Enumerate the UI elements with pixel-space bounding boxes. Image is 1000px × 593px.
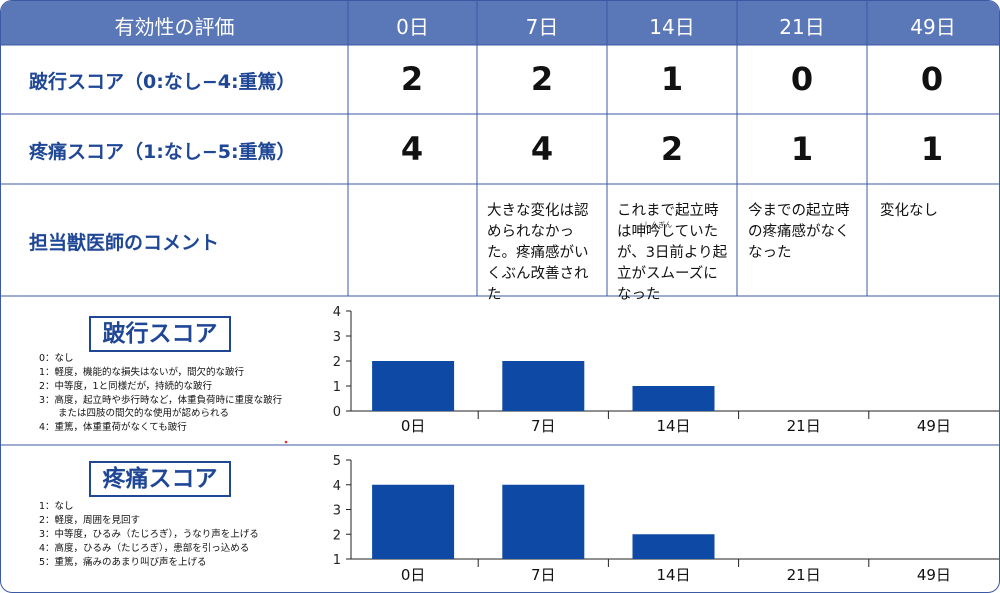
pain-score-row-label: 疼痛スコア（1:なし−5:重篤）: [29, 141, 296, 163]
bar: [502, 484, 585, 559]
y-tick-label: 3: [333, 504, 341, 519]
gait-score-chart: 0 1 2 3 4 0日 7日 14日 21日 49日: [333, 305, 999, 435]
x-category-label: 7日: [531, 566, 556, 584]
red-dot: [284, 440, 288, 444]
header-day-21: 21日: [779, 15, 825, 39]
gait-legend-item: または四肢の間欠的な使用が認められる: [39, 408, 230, 419]
pain-score-day-21: 1: [790, 130, 814, 168]
gait-legend-item: 2：中等度，1と同様だが，持続的な跛行: [39, 381, 213, 392]
gait-score-day-0: 2: [400, 60, 424, 98]
vet-comment-day-14: これまで起立時は呻吟していたが、3日前より起立がスムーズになった: [617, 203, 728, 303]
y-tick-label: 3: [333, 330, 341, 345]
gait-legend-item: 1：軽度，機能的な損失はないが，間欠的な跛行: [39, 367, 244, 378]
bar: [372, 361, 455, 411]
bar: [632, 534, 715, 559]
gait-score-day-7: 2: [530, 60, 554, 98]
y-tick-label: 4: [333, 305, 341, 320]
gait-legend-item: 0：なし: [39, 353, 74, 364]
gait-score-row-label: 跛行スコア（0:なし−4:重篤）: [29, 71, 296, 93]
header-day-0: 0日: [396, 15, 429, 39]
gait-legend-item: 4：重篤，体重重荷がなくても跛行: [39, 422, 187, 433]
header-day-7: 7日: [525, 15, 559, 39]
vet-comment-day-49: 変化なし: [880, 203, 938, 219]
x-category-label: 7日: [531, 417, 556, 435]
y-tick-label: 1: [333, 380, 341, 395]
x-category-label: 21日: [787, 417, 821, 435]
header-evaluation-label: 有効性の評価: [114, 15, 235, 39]
bar: [502, 361, 585, 411]
vet-comment-day-21: 今までの起立時の疼痛感がなくなった: [748, 203, 850, 261]
header-day-14: 14日: [649, 15, 695, 39]
bar: [372, 484, 455, 559]
pain-score-day-49: 1: [920, 130, 944, 168]
y-tick-label: 4: [333, 479, 341, 494]
gait-score-day-14: 1: [660, 60, 684, 98]
y-tick-label: 0: [333, 405, 341, 420]
vet-comment-day-7: 大きな変化は認められなかった。疼痛感がいくぶん改善された: [487, 203, 589, 303]
y-tick-label: 1: [333, 553, 341, 568]
x-category-label: 49日: [917, 566, 951, 584]
pain-legend-item: 4：高度，ひるみ（たじろぎ），患部を引っ込める: [39, 543, 250, 554]
x-category-label: 0日: [401, 566, 426, 584]
vet-comment-row-label: 担当獣医師のコメント: [29, 232, 220, 254]
x-category-label: 14日: [656, 417, 690, 435]
pain-legend-item: 1：なし: [39, 501, 74, 512]
y-tick-label: 2: [333, 528, 341, 543]
y-tick-label: 2: [333, 355, 341, 370]
bar: [632, 386, 715, 411]
efficacy-figure: 0 1 2 3 4 0日 7日 14日 21日 49日 1 2 3 4 5 0日 7日 14日 21日 49日 有効…: [0, 0, 1000, 593]
x-category-label: 14日: [656, 566, 690, 584]
pain-score-day-14: 2: [660, 130, 684, 168]
pain-legend-item: 2：軽度，周囲を見回す: [39, 515, 141, 526]
x-category-label: 0日: [401, 417, 426, 435]
header-day-49: 49日: [910, 15, 956, 39]
gait-score-day-21: 0: [790, 60, 814, 98]
pain-score-chart: 1 2 3 4 5 0日 7日 14日 21日 49日: [333, 454, 999, 584]
x-category-label: 21日: [787, 566, 821, 584]
y-tick-label: 5: [333, 454, 341, 469]
pain-legend-item: 5：重篤，痛みのあまり叫び声を上げる: [39, 557, 207, 568]
pain-legend-item: 3：中等度，ひるみ（たじろぎ），うなり声を上げる: [39, 529, 259, 540]
gait-legend-item: 3：高度，起立時や歩行時など，体重負荷時に重度な跛行: [39, 395, 283, 406]
pain-score-day-0: 4: [400, 130, 424, 168]
pain-score-legend-title: 疼痛スコア: [89, 461, 231, 497]
x-category-label: 49日: [917, 417, 951, 435]
gait-score-legend-title: 跛行スコア: [89, 316, 231, 352]
pain-score-day-7: 4: [530, 130, 554, 168]
gait-score-day-49: 0: [920, 60, 944, 98]
